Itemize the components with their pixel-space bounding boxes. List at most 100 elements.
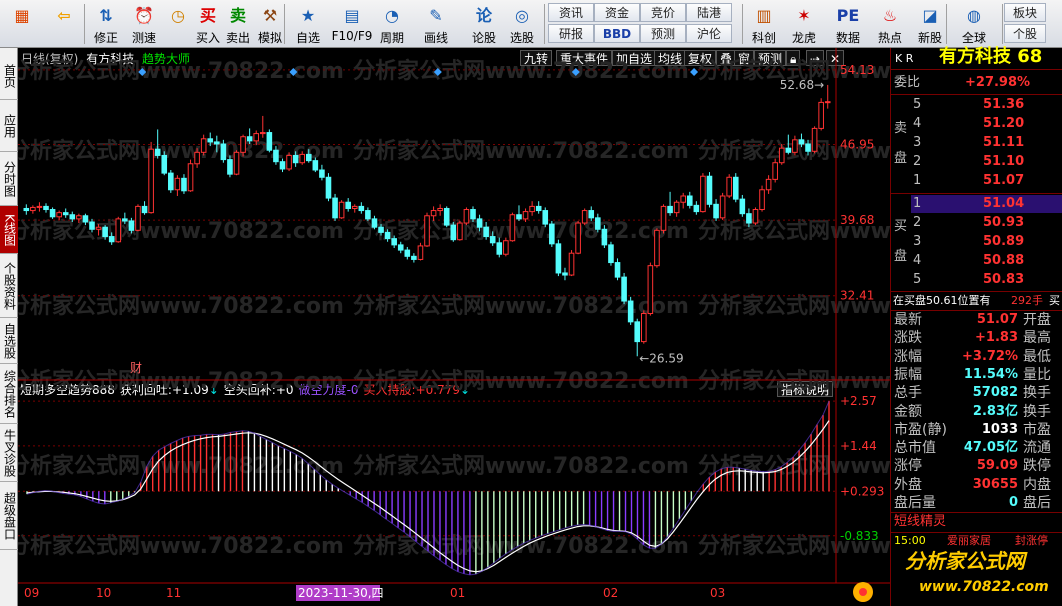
ask-level: 5 [913,97,922,112]
ask-price[interactable]: 51.07 [983,172,1024,190]
ask-price[interactable]: 51.36 [983,96,1024,114]
toolbar-button-forum[interactable]: 论论股 [466,0,502,48]
quote-label: 最新 [894,312,922,328]
toolbar-button-f10[interactable]: ▤ F10/F9 [330,0,374,48]
sprite-name[interactable]: 爱丽家居 [947,532,991,550]
finance-flag-icon[interactable]: 财 [130,361,142,375]
toolbar-grid-cell[interactable]: 预测 [640,24,686,43]
watermark-text: 分析家公式网www.70822.com [18,368,344,394]
chart-area[interactable]: 日线(复权) 有方科技 趋势大师 九转 重大事件 加自选 均线 复权叠窗预测 🔒︎ ⇢ ✕ 短… [18,48,890,606]
toolbar-grid-cell[interactable]: 沪伦 [686,24,732,43]
toolbar-grid-cell[interactable]: BBD [594,24,640,43]
left-tab-1[interactable]: 应用 [0,100,18,152]
toolbar-grid-cell[interactable]: 板块 [1004,3,1046,22]
candle-body [752,209,759,224]
candle-body [680,195,687,203]
candle-body [529,205,535,213]
left-tab-4[interactable]: 个股资料 [0,254,18,318]
candle-body [503,240,509,255]
toolbar-button-back-arrow[interactable]: ⇦ [46,0,82,48]
quote-label: 总手 [894,385,922,402]
kechuang-chart-icon: ▥ [756,6,772,25]
candle-body [443,207,450,226]
candle-body [765,178,772,191]
candle-body [200,138,207,153]
candle-body [437,207,443,212]
candle-body [772,162,778,180]
toolbar-button-clock[interactable]: ⏰ 测速 [126,0,162,48]
left-tab-3[interactable]: K线图 [0,206,18,254]
toolbar-button-star-list[interactable]: ★ 自选 [290,0,326,48]
toolbar-button-label: 数据 [835,31,860,45]
candle-body [338,201,345,219]
left-tab-2[interactable]: 分时图 [0,152,18,206]
y-tick-label: 54.13 [840,63,874,77]
left-tab-8[interactable]: 超级盘口 [0,482,18,550]
event-marker-icon[interactable] [690,68,699,76]
left-tab-7[interactable]: 牛叉诊股 [0,424,18,482]
ask-price[interactable]: 51.20 [983,115,1024,133]
dragon-icon: ✶ [797,6,811,25]
quote-right-label: 市盈 [1023,421,1051,438]
bid-price[interactable]: 50.89 [983,233,1024,251]
candle-body [49,209,56,218]
toolbar-grid-cell[interactable]: 资讯 [548,3,594,22]
candle-body [273,149,279,163]
toolbar-button-new-stock[interactable]: ◪ 新股 [912,0,948,48]
toolbar-grid-cell[interactable]: 资金 [594,3,640,22]
toolbar-separator [284,4,285,44]
candle-body [246,136,253,142]
toolbar-button-hot[interactable]: ♨ 热点 [872,0,908,48]
toolbar-button-stock-picker[interactable]: ◎ 选股 [504,0,540,48]
candle-body [647,265,654,315]
buy-position-text: 在买盘50.61位置有 [893,294,991,307]
toolbar-button-sell[interactable]: 卖卖出 [220,0,256,48]
candle-body [463,209,470,224]
candle-body [371,218,378,228]
toolbar-button-windows[interactable]: ▦ [4,0,40,48]
toolbar-button-label: 全球 [961,31,986,45]
toolbar-button-pe-data[interactable]: PE 数据 [830,0,866,48]
toolbar-button-pencil[interactable]: ✎ 画线 [418,0,454,48]
x-tick-label: 11 [166,586,181,600]
candle-body [286,154,292,170]
ask-price[interactable]: 51.10 [983,153,1024,171]
candle-body [430,210,437,217]
candle-body [161,154,168,174]
bid-price[interactable]: 50.83 [983,271,1024,289]
left-tab-5[interactable]: 自选股 [0,318,18,364]
candle-body [719,195,726,219]
left-tab-0[interactable]: 首页 [0,52,18,100]
candle-body [811,127,818,152]
f10-icon: ▤ [344,6,360,25]
toolbar-button-up-down-arrow[interactable]: ⇅ 修正 [88,0,124,48]
candle-body [627,300,634,323]
sprite-title[interactable]: 短线精灵 [894,513,946,531]
code-label: K R [895,52,914,65]
toolbar-button-kechuang-chart[interactable]: ▥ 科创 [746,0,782,48]
toolbar-button-globe[interactable]: ◍ 全球 [956,0,992,48]
toolbar-grid-cell[interactable]: 个股 [1004,24,1046,43]
toolbar-grid-cell[interactable]: 竞价 [640,3,686,22]
x-tick-label: 09 [24,586,39,600]
left-tab-6[interactable]: 综合排名 [0,364,18,424]
forum-icon: 论 [475,6,492,25]
toolbar-button-dragon[interactable]: ✶ 龙虎 [786,0,822,48]
toolbar-grid-cell[interactable]: 陆港 [686,3,732,22]
candle-body [351,205,358,209]
bid-price[interactable]: 50.93 [983,214,1024,232]
bid-price[interactable]: 50.88 [983,252,1024,270]
candle-body [424,215,430,247]
watermark-text: 分析家公式网www.70822.com [353,138,689,164]
toolbar-separator [946,4,947,44]
bid-price[interactable]: 51.04 [983,195,1024,213]
ask-price[interactable]: 51.11 [983,134,1024,152]
toolbar-button-period[interactable]: ◔ 周期 [374,0,410,48]
toolbar-button-hammer[interactable]: ⚒ 模拟 [252,0,288,48]
candle-body [240,136,246,153]
toolbar-button-label: 卖出 [225,31,250,45]
toolbar-grid-cell[interactable]: 研报 [548,24,594,43]
candle-body [614,262,621,278]
candle-body [470,209,476,220]
sell-side-label: 卖盘 [894,121,908,166]
